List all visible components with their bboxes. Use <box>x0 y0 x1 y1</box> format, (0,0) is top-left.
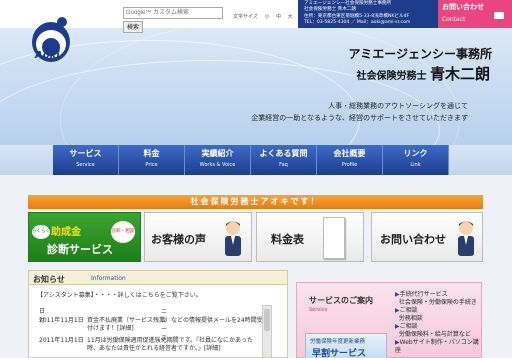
document-icon <box>323 217 345 259</box>
news-header: お知らせ Information <box>29 271 287 285</box>
font-size-small[interactable]: 小 <box>264 14 269 20</box>
contact-label-en: Contact <box>442 16 466 23</box>
title-prefix: 社会保険労務士 <box>356 71 427 82</box>
contact-label: お問い合わせ <box>442 3 484 11</box>
nav-label-en: Link <box>410 162 421 168</box>
card-label: お問い合わせ <box>380 233 446 246</box>
news-date: 2011年11月1日 <box>39 317 84 324</box>
service-item-label: 労務相談 <box>398 315 423 322</box>
page: Aoki 検索 文字サイズ 小 中 大 アミエージェンシー社会保険労務士事務所 … <box>0 0 512 358</box>
nav-item-works[interactable]: 実績紹介 Works & Voice <box>185 145 251 175</box>
service-item[interactable]: 労務相談 <box>395 315 481 323</box>
price-table-card[interactable]: 料金表 <box>256 212 364 262</box>
main-nav: サービス Service 料金 Price 実績紹介 Works & Voice… <box>53 145 449 175</box>
service-item[interactable]: ▶Webサイト制作・パソコン講座 <box>395 339 481 355</box>
early-discount-banner[interactable]: 労働保険年度更新業務 早割サービス <box>305 333 387 358</box>
assistant-recruit-link[interactable]: 【アシスタント募集】・・・・詳しくはこちらをご覧下さい。 <box>37 290 202 299</box>
nav-item-faq[interactable]: よくある質問 Faq <box>251 145 317 175</box>
person-icon <box>225 221 241 256</box>
nav-label: サービス <box>69 149 102 158</box>
search-box: 検索 <box>123 7 223 33</box>
font-size-medium[interactable]: 中 <box>276 14 281 20</box>
nav-label: リンク <box>403 149 428 158</box>
easy-badge: らくらく <box>32 225 50 239</box>
mail-icon <box>494 12 504 19</box>
tagline: 企業経営の一助となるような、経営のサポートをさせていただきます <box>251 114 468 122</box>
font-size-switcher: 文字サイズ 小 中 大 <box>233 13 298 20</box>
contact-button[interactable]: お問い合わせ Contact <box>438 0 512 28</box>
office-name: アミエージェンシー事務所 <box>348 47 492 61</box>
person-name: 青木二朗 <box>429 65 490 83</box>
news-text: 11月は労働保険適用促進強化期間です。『社員になにかあった時、あなたは責任がとれ… <box>87 337 254 352</box>
news-date: 2011年11月1日 <box>39 337 84 344</box>
nav-item-link[interactable]: リンク Link <box>383 145 449 175</box>
news-text: 資金不払廃業（サービス残業）などの情報提供メールを24時間受付けます！[詳細] <box>87 317 263 332</box>
search-button[interactable]: 検索 <box>123 21 143 33</box>
service-item[interactable]: 社会保険・労働保険の手続き <box>395 299 481 307</box>
office-tel-mail: TEL：03-5825-4304 ／ Mail：aoki@ami-sr.com <box>304 20 411 26</box>
service-guide: サービスのご案内 Service ▶手続代行サービス 社会保険・労働保険の手続き… <box>296 282 482 358</box>
nav-label: 料金 <box>143 149 160 158</box>
news-panel: お知らせ Information 【アシスタント募集】・・・・詳しくはこちらをご… <box>28 270 288 358</box>
nav-label-en: Faq <box>279 162 288 168</box>
contact-card[interactable]: お問い合わせ <box>371 212 483 262</box>
intro-banner: 社会保険労務士アオキです！ <box>28 195 483 209</box>
service-subtitle: Service <box>309 307 328 313</box>
office-info: アミエージェンシー社会保険労務士事務所 社会保険労務士 青木二朗 住所：東京都台… <box>298 0 438 28</box>
grant-title: 助成金 <box>51 227 81 238</box>
feature-cards: らくらく 助成金 診断サービス 診断・相談 お客様の声 料金表 お問い合わせ <box>28 212 483 262</box>
logo-text: Aoki <box>35 50 60 61</box>
nav-label-en: Price <box>145 162 158 168</box>
service-list: ▶手続代行サービス 社会保険・労働保険の手続き ▶ご相談 労務相談 ▶ご相談 労… <box>395 291 481 355</box>
search-input[interactable] <box>123 7 223 19</box>
service-item-label: 労働保険料・給与計算など <box>398 331 471 338</box>
service-item-label: Webサイト制作・パソコン講座 <box>395 339 479 354</box>
nav-label: 実績紹介 <box>201 149 234 158</box>
tagline: 人事・総務業務のアウトソーシングを通じて <box>328 102 468 110</box>
nav-label-en: Service <box>76 162 95 168</box>
nav-item-profile[interactable]: 会社概要 Profile <box>317 145 383 175</box>
customer-voice-card[interactable]: お客様の声 <box>144 212 252 262</box>
person-icon <box>458 221 474 256</box>
service-item-label: ご相談 <box>399 307 418 314</box>
service-item[interactable]: 労働保険料・給与計算など <box>395 331 481 339</box>
scrollbar-thumb[interactable] <box>264 309 270 331</box>
nav-item-price[interactable]: 料金 Price <box>119 145 185 175</box>
news-scrollbar[interactable] <box>262 305 272 358</box>
news-title: お知らせ <box>33 275 65 284</box>
nav-label-en: Works & Voice <box>199 162 236 168</box>
banner-line: 労働保険年度更新業務 <box>310 339 366 345</box>
card-label: 料金表 <box>271 233 304 246</box>
nav-item-service[interactable]: サービス Service <box>53 145 119 175</box>
news-subtitle: Information <box>91 275 126 282</box>
service-item-label: ご相談 <box>399 323 418 330</box>
service-item[interactable]: ▶ご相談 <box>395 323 481 331</box>
font-size-label: 文字サイズ <box>233 14 258 20</box>
card-label: お客様の声 <box>151 233 206 246</box>
service-item-label: 手続代行サービス <box>399 291 448 298</box>
grant-subtitle: 診断サービス <box>47 243 113 256</box>
consult-badge: 診断・相談 <box>111 221 135 243</box>
person-title: 社会保険労務士 青木二朗 <box>357 63 491 84</box>
banner-title: 早割サービス <box>312 349 367 358</box>
nav-label: 会社概要 <box>333 149 366 158</box>
font-size-large[interactable]: 大 <box>288 14 293 20</box>
service-item[interactable]: ▶手続代行サービス <box>395 291 481 299</box>
service-item-label: 社会保険・労働保険の手続き <box>398 299 477 306</box>
nav-label-en: Profile <box>341 162 358 168</box>
grant-diagnosis-card[interactable]: らくらく 助成金 診断サービス 診断・相談 <box>28 212 141 262</box>
nav-label: よくある質問 <box>259 149 308 158</box>
service-item[interactable]: ▶ご相談 <box>395 307 481 315</box>
service-title: サービスのご案内 <box>309 296 373 305</box>
